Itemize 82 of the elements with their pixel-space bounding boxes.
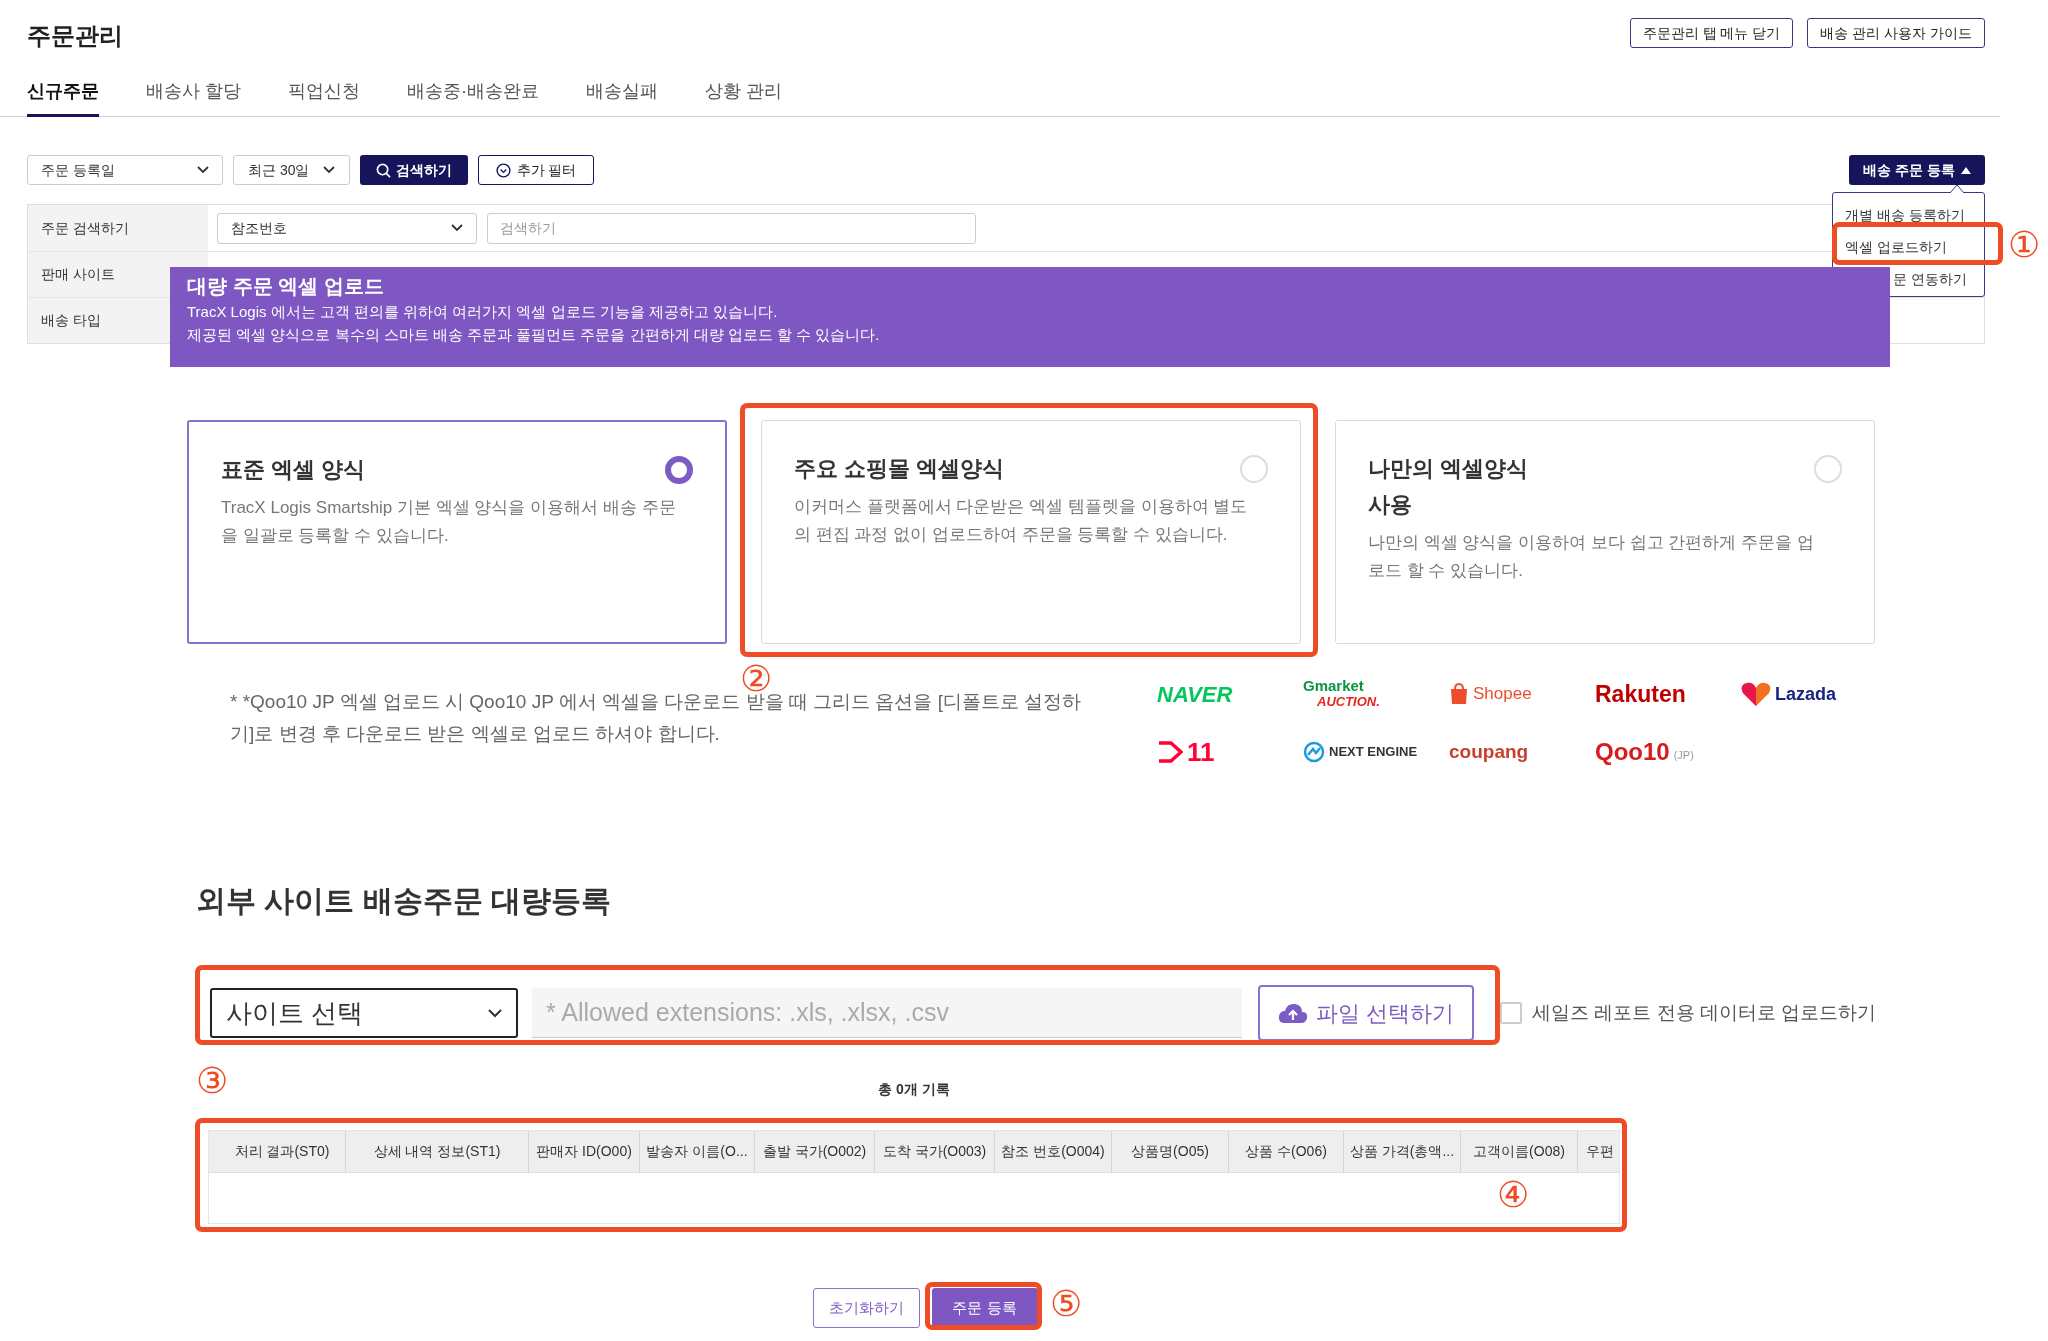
column-header: 처리 결과(ST0) bbox=[219, 1131, 346, 1172]
filter-button[interactable]: 추가 필터 bbox=[478, 155, 594, 185]
submit-order-button[interactable]: 주문 등록 bbox=[931, 1288, 1038, 1328]
banner-text: TracX Logis 에서는 고객 편의를 위하여 여러가지 엑셀 업로드 기능을 제공하고 있습니다. bbox=[187, 302, 779, 322]
period-select[interactable]: 최근 30일 bbox=[233, 155, 350, 185]
page-title: 주문관리 bbox=[27, 21, 123, 51]
card-title: 나만의 엑셀양식 사용 bbox=[1368, 455, 1529, 519]
template-card[interactable]: 나만의 엑셀양식 사용 나만의 엑셀 양식을 이용하여 보다 쉽고 간편하게 주문을 업로드 할 수 있습니다. bbox=[1335, 420, 1875, 644]
cloud-upload-icon bbox=[1278, 1002, 1308, 1024]
header-button[interactable]: 배송 관리 사용자 가이드 bbox=[1807, 18, 1985, 48]
column-header: 판매자 ID(O00) bbox=[529, 1131, 640, 1172]
section-heading: 외부 사이트 배송주문 대량등록 bbox=[196, 883, 612, 919]
marketplace-logo: AUCTION. bbox=[1317, 694, 1380, 710]
checkbox[interactable] bbox=[1500, 1002, 1523, 1024]
checkbox-label: 세일즈 레포트 전용 데이터로 업로드하기 bbox=[1532, 1000, 1877, 1025]
card-title: 주요 쇼핑몰 엑셀양식 bbox=[794, 455, 1005, 483]
file-select-button[interactable]: 파일 선택하기 bbox=[1258, 985, 1475, 1041]
tab[interactable]: 상황 관리 bbox=[705, 76, 783, 116]
radio-button[interactable] bbox=[665, 456, 693, 484]
marketplace-logo: Rakuten bbox=[1595, 679, 1686, 709]
search-icon bbox=[376, 162, 391, 178]
marketplace-logo: NAVER bbox=[1157, 680, 1233, 709]
register-order-button[interactable]: 배송 주문 등록 bbox=[1849, 155, 1985, 185]
column-header: 상품 수(O06) bbox=[1229, 1131, 1344, 1172]
column-header: 고객이름(O08) bbox=[1461, 1131, 1578, 1172]
chevron-icon bbox=[451, 224, 463, 232]
header-button[interactable]: 주문관리 탭 메뉴 닫기 bbox=[1629, 18, 1794, 48]
marketplace-logo: Lazada bbox=[1775, 682, 1837, 706]
card-description: 이커머스 플랫폼에서 다운받은 엑셀 템플렛을 이용하여 별도의 편집 과정 없이 업로드하여 주문을 등록할 수 있습니다. bbox=[794, 496, 1249, 546]
template-card[interactable]: 주요 쇼핑몰 엑셀양식 이커머스 플랫폼에서 다운받은 엑셀 템플렛을 이용하여 별도의 편집 과정 없이 업로드하여 주문을 등록할 수 있습니다. bbox=[761, 420, 1301, 644]
marketplace-logo: coupang bbox=[1449, 739, 1529, 764]
marketplace-logo: NEXT ENGINE bbox=[1329, 743, 1418, 762]
tab[interactable]: 신규주문 bbox=[27, 76, 99, 117]
card-title: 표준 엑셀 양식 bbox=[221, 456, 366, 484]
step-marker: ① bbox=[2008, 226, 2040, 264]
column-header: 도착 국가(O003) bbox=[875, 1131, 995, 1172]
chevron-icon bbox=[197, 166, 209, 174]
date-type-select[interactable]: 주문 등록일 bbox=[27, 155, 223, 185]
column-header: 상품 가격(총액... bbox=[1344, 1131, 1461, 1172]
marketplace-logo: Qoo10 bbox=[1595, 737, 1670, 767]
marketplace-logo: Shopee bbox=[1473, 683, 1532, 706]
tab[interactable]: 배송실패 bbox=[586, 76, 658, 116]
reset-button[interactable]: 초기화하기 bbox=[812, 1288, 920, 1328]
column-header: 참조 번호(O004) bbox=[995, 1131, 1112, 1172]
tab[interactable]: 배송중·배송완료 bbox=[407, 76, 539, 116]
marketplace-logo: Gmarket bbox=[1303, 678, 1365, 694]
swirl-icon bbox=[1303, 741, 1325, 763]
site-select[interactable]: 사이트 선택 bbox=[210, 988, 518, 1038]
search-button[interactable]: 검색하기 bbox=[360, 155, 468, 185]
tab[interactable]: 픽업신청 bbox=[288, 76, 360, 116]
field-label: 배송 타입 bbox=[41, 311, 101, 330]
search-type-select[interactable]: 참조번호 bbox=[217, 212, 477, 244]
menu-item[interactable]: 문 연동하기 bbox=[1892, 263, 1984, 296]
card-description: 나만의 엑셀 양식을 이용하여 보다 쉽고 간편하게 주문을 업로드 할 수 있습니다. bbox=[1368, 532, 1815, 582]
menu-item[interactable]: 개별 배송 등록하기 bbox=[1833, 199, 1984, 232]
card-description: TracX Logis Smartship 기본 엑셀 양식을 이용해서 배송 주문을 일괄로 등록할 수 있습니다. bbox=[221, 497, 677, 547]
field-label: 주문 검색하기 bbox=[41, 218, 129, 238]
chevron-icon bbox=[488, 1008, 502, 1018]
tab[interactable]: 배송사 할당 bbox=[146, 76, 241, 116]
step-marker: ⑤ bbox=[1050, 1285, 1082, 1323]
record-count: 총 0개 기록 bbox=[878, 1080, 950, 1099]
marketplace-logo: 11 bbox=[1187, 735, 1215, 769]
step-marker: ④ bbox=[1497, 1176, 1529, 1214]
column-header: 출발 국가(O002) bbox=[755, 1131, 875, 1172]
banner-text: 제공된 엑셀 양식으로 복수의 스마트 배송 주문과 풀필먼트 주문을 간편하게 대량 업로드 할 수 있습니다. bbox=[187, 325, 881, 345]
heart-icon bbox=[1741, 681, 1771, 707]
chevron-icon bbox=[323, 166, 335, 174]
field-label: 판매 사이트 bbox=[41, 265, 115, 284]
banner-title: 대량 주문 엑셀 업로드 bbox=[187, 274, 385, 299]
caret-up-icon bbox=[1961, 166, 1971, 174]
file-path-field[interactable]: * Allowed extensions: .xls, .xlsx, .csv bbox=[532, 988, 1242, 1038]
column-header: 우편 bbox=[1584, 1142, 1615, 1161]
template-card[interactable]: 표준 엑셀 양식 TracX Logis Smartship 기본 엑셀 양식을 이용해서 배송 주문을 일괄로 등록할 수 있습니다. bbox=[187, 420, 727, 644]
bag-icon bbox=[1449, 683, 1469, 705]
step-marker: ③ bbox=[196, 1062, 228, 1100]
chevron-circle-icon bbox=[495, 162, 511, 178]
search-field[interactable]: 검색하기 bbox=[487, 212, 976, 244]
menu-item[interactable]: 엑셀 업로드하기 bbox=[1833, 231, 1984, 264]
column-header: 상품명(O05) bbox=[1112, 1131, 1229, 1172]
marketplace-logo: (JP) bbox=[1673, 747, 1694, 763]
column-header: 상세 내역 정보(ST1) bbox=[346, 1131, 529, 1172]
column-header: 발송자 이름(O... bbox=[640, 1131, 755, 1172]
